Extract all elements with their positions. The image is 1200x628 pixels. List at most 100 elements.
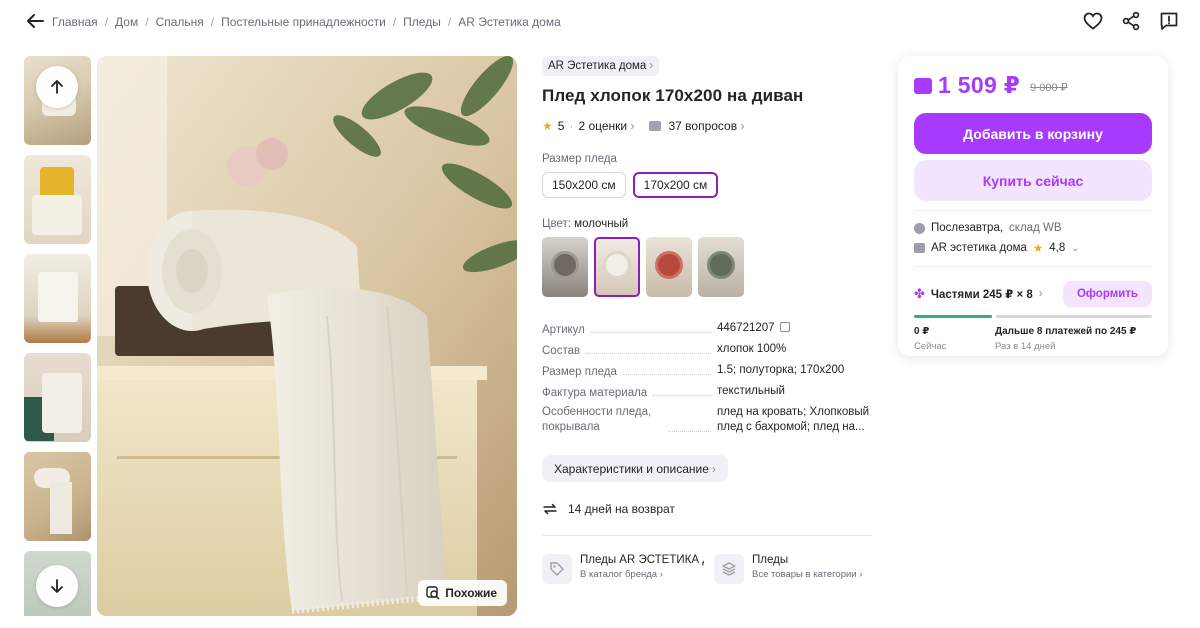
characteristics-button[interactable]: Характеристики и описание › <box>542 455 728 482</box>
star-icon: ★ <box>1032 243 1044 255</box>
back-arrow-icon[interactable] <box>24 10 46 32</box>
add-to-cart-button[interactable]: Добавить в корзину <box>914 113 1152 154</box>
price-card: 1 509 ₽ 9 000 ₽ Добавить в корзину Купит… <box>898 56 1168 356</box>
color-swatch[interactable] <box>698 237 744 297</box>
brand-catalog-title: Пледы AR ЭСТЕТИКА Д <box>580 554 704 566</box>
divider <box>914 266 1152 267</box>
spec-key: Артикул <box>542 324 585 336</box>
size-options: 150x200 см 170x200 см <box>542 172 874 198</box>
thumbnail-active[interactable] <box>24 452 91 541</box>
spec-row: Артикул 446721207 <box>542 321 874 336</box>
heart-icon[interactable] <box>1082 10 1104 32</box>
spec-key: Состав <box>542 345 581 357</box>
report-icon[interactable] <box>1158 10 1180 32</box>
arrange-button[interactable]: Оформить <box>1062 281 1152 307</box>
progress-now <box>914 315 992 318</box>
buy-now-button[interactable]: Купить сейчас <box>914 160 1152 201</box>
chevron-down-icon: ⌄ <box>1071 242 1080 254</box>
breadcrumb-item[interactable]: AR Эстетика дома <box>458 15 561 29</box>
chevron-right-icon: › <box>856 569 863 580</box>
breadcrumb-item[interactable]: Пледы <box>403 15 441 29</box>
size-option-selected[interactable]: 170x200 см <box>632 172 719 198</box>
share-icon[interactable] <box>1120 10 1142 32</box>
thumbnail[interactable] <box>24 254 91 343</box>
delivery-info: Послезавтра, склад WB <box>914 222 1152 234</box>
chevron-right-icon: › <box>649 60 654 72</box>
chevron-right-icon: › <box>657 569 663 580</box>
breadcrumb-separator: / <box>145 15 149 29</box>
breadcrumb-item[interactable]: Спальня <box>156 15 204 29</box>
thumbnail[interactable] <box>24 155 91 244</box>
breadcrumb-separator: / <box>447 15 452 29</box>
spec-row: Размер пледа 1.5; полуторка; 170x200 <box>542 363 874 378</box>
category-title: Пледы <box>752 554 789 566</box>
copy-icon[interactable] <box>779 322 790 332</box>
spec-row: Фактура материала текстильный <box>542 384 874 399</box>
color-swatch-selected[interactable] <box>594 237 640 297</box>
questions-link[interactable]: 37 вопросов › <box>668 119 744 133</box>
similar-button-label: Похожие <box>445 586 497 600</box>
chevron-right-icon: › <box>737 119 745 133</box>
thumbnail-scroll-down-button[interactable] <box>36 565 78 607</box>
color-value: молочный <box>574 218 629 230</box>
installments-link[interactable]: ✤ Частями 245 ₽ × 8 › <box>914 286 1043 302</box>
similar-button[interactable]: Похожие <box>418 580 507 606</box>
old-price: 9 000 ₽ <box>1030 82 1068 94</box>
color-label-key: Цвет: <box>542 218 571 230</box>
color-swatch[interactable] <box>542 237 588 297</box>
reviews-link[interactable]: 2 оценки › <box>578 119 634 133</box>
rating-value: 5 <box>557 119 565 133</box>
pay-later-value: Дальше 8 платежей по 245 ₽ <box>995 326 1137 337</box>
size-option[interactable]: 150x200 см <box>542 172 626 198</box>
delivery-icon <box>914 222 925 234</box>
divider <box>914 210 1152 211</box>
questions-count: 37 вопросов <box>668 119 738 133</box>
breadcrumb-item[interactable]: Дом <box>115 15 138 29</box>
wallet-icon <box>914 77 932 94</box>
breadcrumb-item[interactable]: Постельные принадлежности <box>221 15 386 29</box>
brand-chip[interactable]: AR Эстетика дома › <box>542 56 660 76</box>
return-icon <box>543 503 557 515</box>
installments-icon: ✤ <box>914 286 925 301</box>
dot-separator: · <box>569 119 574 133</box>
store-name: AR эстетика дома <box>931 242 1027 254</box>
spec-row: Особенности пледа, покрывала плед на кро… <box>542 405 874 435</box>
spec-value: хлопок 100% <box>717 343 787 355</box>
chevron-right-icon: › <box>1038 288 1043 300</box>
thumbnail-scroll-up-button[interactable] <box>36 66 78 108</box>
divider <box>542 535 872 536</box>
current-price: 1 509 ₽ <box>938 72 1021 98</box>
pay-now-sub: Сейчас <box>914 341 947 352</box>
breadcrumb-separator: / <box>104 15 109 29</box>
category-link[interactable]: Пледы Все товары в категории › <box>714 554 876 584</box>
return-text: 14 дней на возврат <box>568 502 675 516</box>
similar-search-icon <box>426 586 440 600</box>
breadcrumb-item[interactable]: Главная <box>52 15 98 29</box>
thumbnail[interactable] <box>24 353 91 442</box>
payment-schedule: 0 ₽ Сейчас Дальше 8 платежей по 245 ₽ Ра… <box>914 326 1152 352</box>
product-title: Плед хлопок 170x200 на диван <box>542 86 804 105</box>
installments-progress <box>914 315 1152 318</box>
questions-icon <box>649 121 662 131</box>
brand-chip-label: AR Эстетика дома <box>548 60 647 72</box>
product-main-image[interactable]: Похожие <box>97 56 517 616</box>
brand-catalog-link[interactable]: Пледы AR ЭСТЕТИКА Д В каталог бренда › <box>542 554 704 584</box>
return-info: 14 дней на возврат <box>542 502 874 516</box>
chevron-right-icon: › <box>627 119 635 133</box>
characteristics-button-label: Характеристики и описание <box>554 461 709 476</box>
store-info[interactable]: AR эстетика дома ★ 4,8 ⌄ <box>914 241 1152 255</box>
spec-key: Размер пледа <box>542 366 617 378</box>
store-rating: 4,8 <box>1049 242 1066 254</box>
spec-key: Особенности пледа, покрывала <box>542 406 652 433</box>
top-actions <box>1082 10 1180 32</box>
star-icon: ★ <box>542 119 553 133</box>
thumbnail-list <box>24 56 91 616</box>
stack-icon <box>714 554 744 584</box>
chevron-right-icon: › <box>711 461 716 476</box>
product-info: AR Эстетика дома › Плед хлопок 170x200 н… <box>542 56 874 584</box>
installments-row: ✤ Частями 245 ₽ × 8 › Оформить <box>914 281 1152 307</box>
rating-row: ★ 5 · 2 оценки › 37 вопросов › <box>542 119 874 133</box>
category-sub: Все товары в категории <box>752 569 857 580</box>
color-swatch[interactable] <box>646 237 692 297</box>
pay-later-sub: Раз в 14 дней <box>995 341 1056 352</box>
